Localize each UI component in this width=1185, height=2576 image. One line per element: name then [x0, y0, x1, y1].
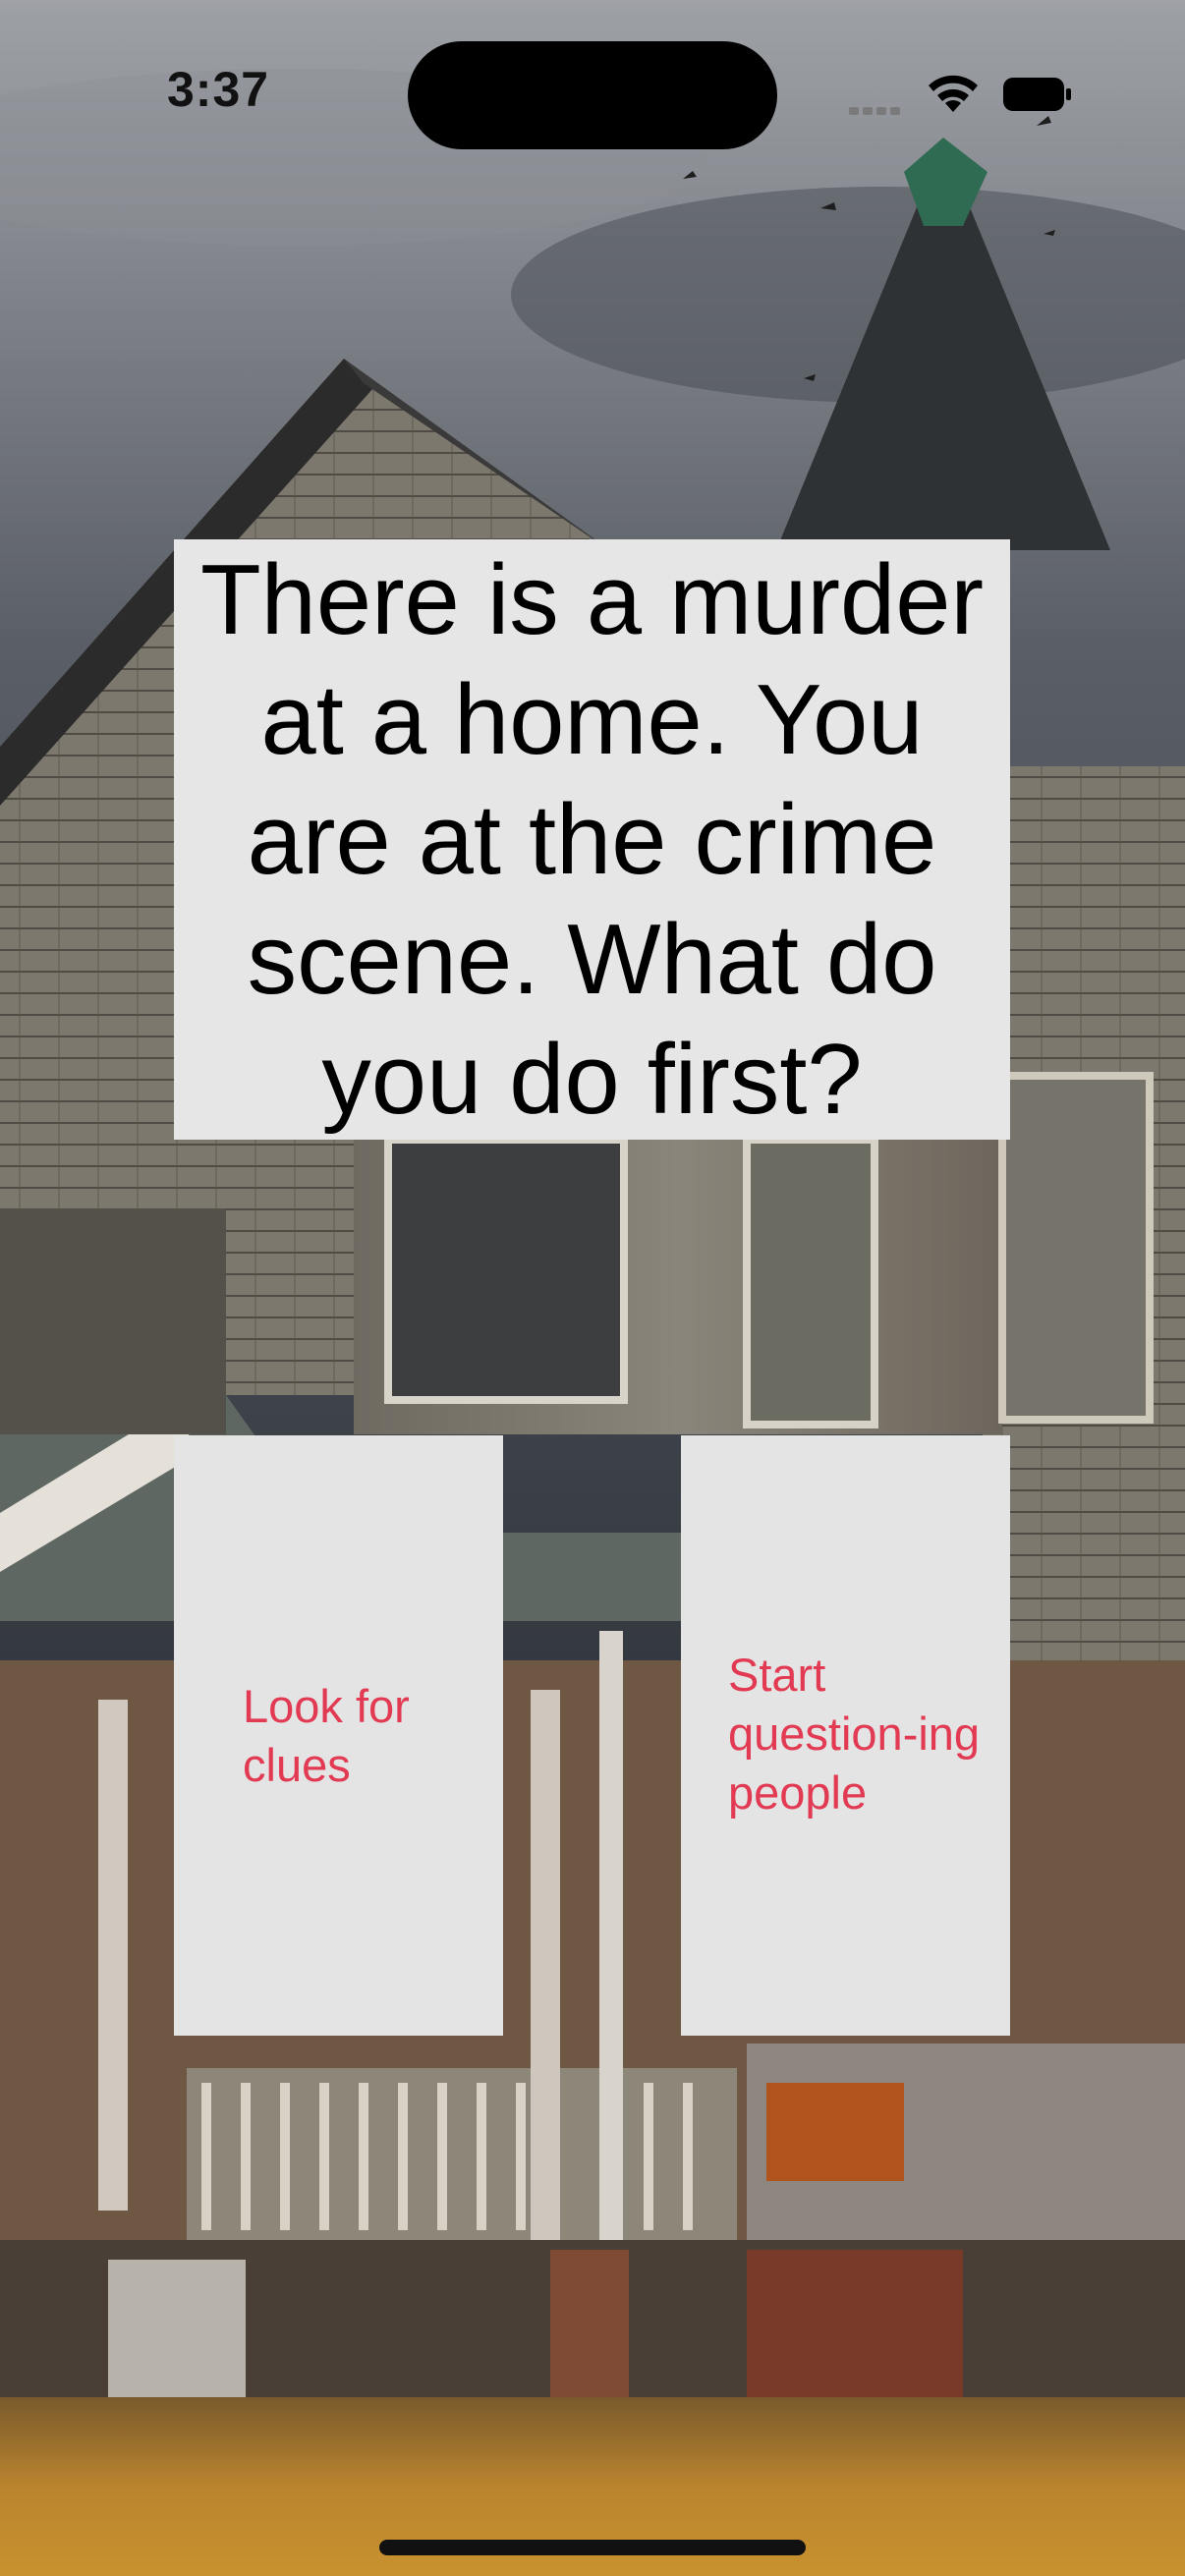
dynamic-island: [408, 41, 777, 149]
status-time: 3:37: [167, 62, 270, 117]
start-questioning-label: Start question-ing people: [728, 1649, 981, 1819]
wifi-icon: [929, 75, 978, 112]
cellular-signal-icon: [849, 102, 904, 120]
start-questioning-button[interactable]: Start question-ing people: [681, 1435, 1010, 2036]
look-for-clues-button[interactable]: Look for clues: [174, 1435, 503, 2036]
battery-icon: [1003, 78, 1071, 111]
home-indicator[interactable]: [379, 2540, 806, 2555]
prompt-panel: There is a murder at a home. You are at …: [174, 539, 1010, 1140]
prompt-text: There is a murder at a home. You are at …: [199, 544, 985, 1135]
haunted-house-background: [0, 0, 1185, 2576]
status-bar: 3:37: [0, 0, 1185, 149]
look-for-clues-label: Look for clues: [243, 1680, 410, 1791]
